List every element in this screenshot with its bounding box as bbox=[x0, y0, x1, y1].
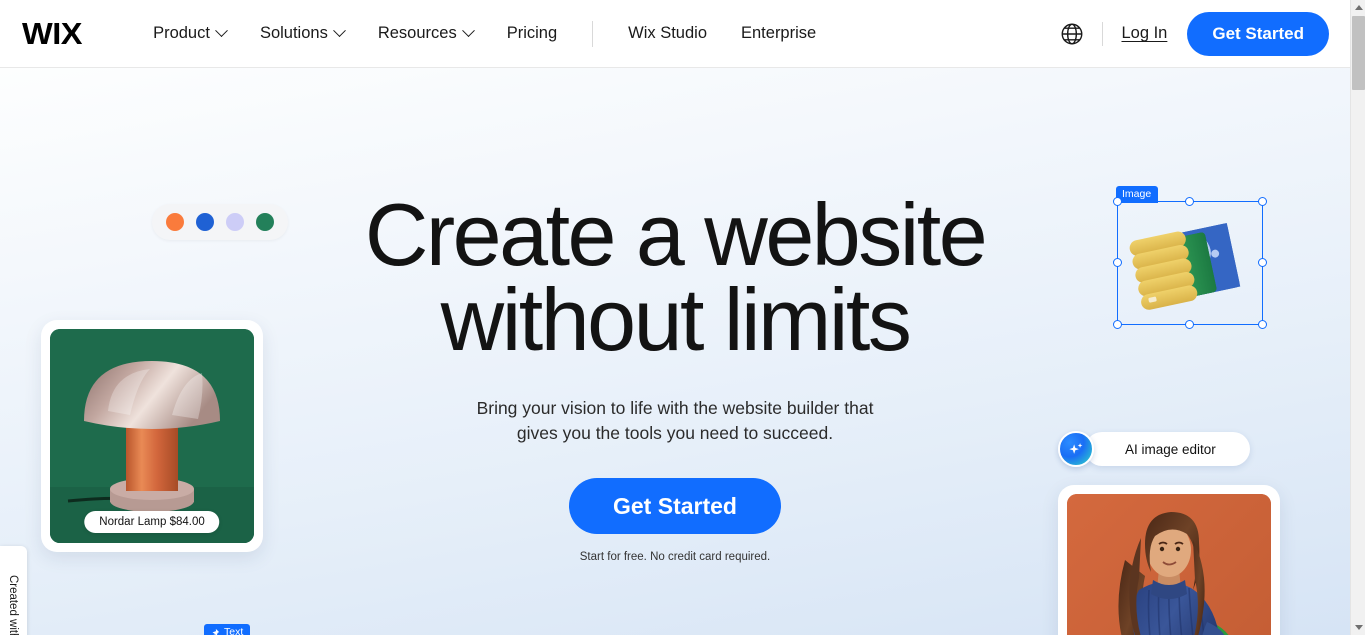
model-image bbox=[1067, 494, 1271, 635]
product-price-label: Nordar Lamp $84.00 bbox=[84, 511, 220, 533]
sparkles-glyph bbox=[1068, 442, 1082, 454]
nav-divider bbox=[592, 20, 594, 47]
cushions-illustration bbox=[1129, 222, 1241, 310]
nav-item-wix-studio-label: Wix Studio bbox=[628, 24, 707, 42]
color-palette-widget[interactable] bbox=[152, 204, 288, 240]
subheadline-line-1: Bring your vision to life with the websi… bbox=[476, 397, 874, 418]
photo-card-model[interactable] bbox=[1058, 485, 1280, 635]
chevron-down-icon bbox=[461, 24, 475, 38]
selection-handle-top-left[interactable] bbox=[1113, 197, 1122, 206]
nav-item-pricing-label: Pricing bbox=[506, 24, 558, 42]
selection-handle-middle-left[interactable] bbox=[1113, 258, 1122, 267]
color-swatch-blue[interactable] bbox=[196, 213, 214, 231]
hero-section: Create a website without limits Bring yo… bbox=[0, 68, 1350, 635]
ai-image-editor-label: AI image editor bbox=[1085, 432, 1250, 466]
ai-image-editor-widget[interactable]: AI image editor bbox=[1058, 431, 1250, 467]
header-divider bbox=[1102, 21, 1104, 46]
nav-item-resources-label: Resources bbox=[377, 24, 457, 42]
selection-handle-top-center[interactable] bbox=[1185, 197, 1194, 206]
vertical-scrollbar[interactable] bbox=[1350, 0, 1365, 635]
header-get-started-button[interactable]: Get Started bbox=[1187, 11, 1329, 56]
nav-item-product-label: Product bbox=[153, 24, 210, 42]
globe-icon[interactable] bbox=[1059, 21, 1085, 47]
nav-item-product[interactable]: Product bbox=[136, 24, 243, 43]
selection-tag-text-label: Text bbox=[224, 626, 244, 635]
selection-tag-image-label: Image bbox=[1122, 188, 1152, 200]
selection-handle-middle-right[interactable] bbox=[1258, 258, 1267, 267]
model-illustration bbox=[1067, 494, 1271, 635]
color-swatch-lavender[interactable] bbox=[226, 213, 244, 231]
nav-item-solutions[interactable]: Solutions bbox=[243, 24, 361, 43]
site-header: WIX Product Solutions Resources Pricing bbox=[0, 0, 1350, 68]
headline-line-1: Create a website bbox=[364, 185, 988, 284]
created-with-prefix: Created with bbox=[7, 574, 20, 635]
created-with-wix-label: Created with Wix bbox=[8, 575, 20, 635]
pin-icon bbox=[212, 628, 220, 635]
primary-nav: Product Solutions Resources Pricing Wix … bbox=[136, 0, 833, 67]
nav-item-pricing[interactable]: Pricing bbox=[490, 24, 574, 43]
sparkles-icon bbox=[1058, 431, 1094, 467]
nav-item-enterprise[interactable]: Enterprise bbox=[724, 24, 833, 43]
scroll-down-arrow[interactable] bbox=[1351, 620, 1365, 635]
nav-item-wix-studio[interactable]: Wix Studio bbox=[611, 24, 724, 43]
hero-get-started-button[interactable]: Get Started bbox=[569, 478, 781, 535]
wix-homepage: WIX Product Solutions Resources Pricing bbox=[0, 0, 1350, 635]
color-swatch-orange[interactable] bbox=[166, 213, 184, 231]
nav-item-resources[interactable]: Resources bbox=[361, 24, 490, 43]
browser-viewport: WIX Product Solutions Resources Pricing bbox=[0, 0, 1365, 635]
product-image-lamp: Nordar Lamp $84.00 bbox=[50, 329, 254, 543]
chevron-down-icon bbox=[215, 24, 228, 38]
wix-logo[interactable]: WIX bbox=[22, 18, 82, 49]
login-link[interactable]: Log In bbox=[1121, 24, 1167, 43]
scroll-up-arrow-icon bbox=[1354, 5, 1363, 10]
selection-tag-text: Text bbox=[204, 624, 251, 635]
selection-handle-bottom-right[interactable] bbox=[1258, 320, 1267, 329]
scroll-up-arrow[interactable] bbox=[1351, 0, 1365, 15]
product-card-lamp[interactable]: Nordar Lamp $84.00 bbox=[41, 320, 263, 552]
scroll-thumb[interactable] bbox=[1352, 16, 1365, 90]
selection-handle-bottom-left[interactable] bbox=[1113, 320, 1122, 329]
selection-handle-bottom-center[interactable] bbox=[1185, 320, 1194, 329]
image-selection-frame[interactable]: Image bbox=[1113, 186, 1267, 329]
created-with-wix-badge[interactable]: Created with Wix bbox=[0, 546, 27, 635]
nav-item-solutions-label: Solutions bbox=[259, 24, 328, 42]
header-actions: Log In Get Started bbox=[1059, 11, 1350, 56]
subheadline-line-2: gives you the tools you need to succeed. bbox=[516, 423, 834, 444]
headline-line-2: without limits bbox=[440, 270, 912, 370]
selection-handle-top-right[interactable] bbox=[1258, 197, 1267, 206]
nav-item-enterprise-label: Enterprise bbox=[741, 24, 817, 42]
chevron-down-icon bbox=[332, 24, 346, 38]
selection-tag-image: Image bbox=[1116, 186, 1159, 204]
scroll-down-arrow-icon bbox=[1354, 625, 1363, 630]
color-swatch-green[interactable] bbox=[256, 213, 274, 231]
